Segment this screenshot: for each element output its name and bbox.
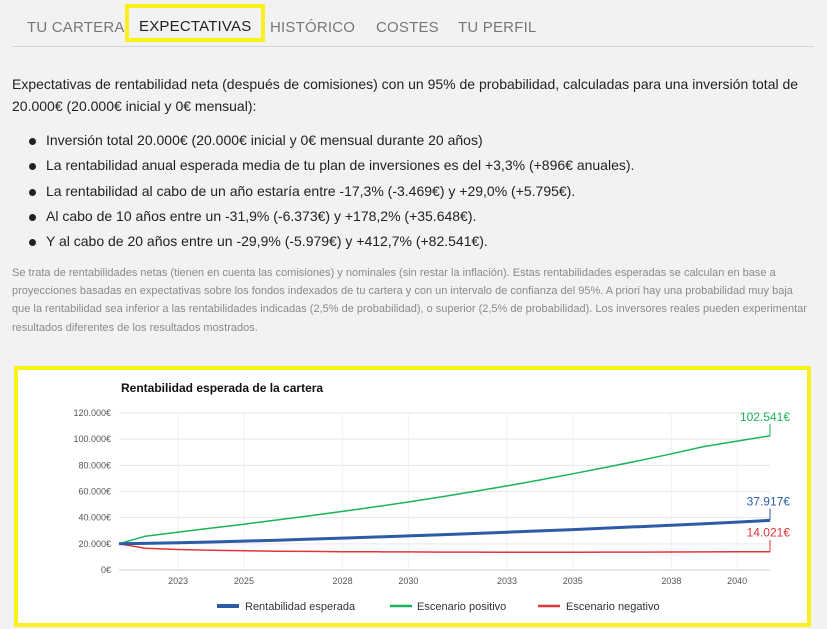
series-end-label: 14.021€	[747, 526, 791, 540]
tab-tu-cartera[interactable]: TU CARTERA	[27, 14, 125, 42]
tab-historico[interactable]: HISTÓRICO	[270, 14, 355, 42]
y-tick-label: 80.000€	[78, 460, 111, 470]
y-tick-label: 100.000€	[73, 434, 111, 444]
bullet-icon	[29, 213, 36, 221]
chart-title: Rentabilidad esperada de la cartera	[121, 381, 323, 395]
tab-costes[interactable]: COSTES	[376, 14, 439, 42]
x-tick-label: 2038	[661, 576, 681, 586]
x-tick-label: 2030	[398, 576, 418, 586]
bullet-icon	[29, 163, 36, 171]
bullet-icon	[29, 138, 36, 145]
x-tick-label: 2023	[168, 576, 188, 586]
series-line-2	[118, 543, 770, 553]
list-item: Y al cabo de 20 años entre un -29,9% (-5…	[12, 229, 812, 254]
series-end-label: 102.541€	[740, 410, 790, 424]
list-item-text: Inversión total 20.000€ (20.000€ inicial…	[46, 132, 483, 148]
summary-list: Inversión total 20.000€ (20.000€ inicial…	[12, 128, 812, 254]
expected-return-chart: Rentabilidad esperada de la cartera 0€ 20…	[73, 381, 791, 613]
series-end-label: 37.917€	[747, 494, 791, 508]
disclaimer-note: Se trata de rentabilidades netas (tienen…	[12, 267, 807, 334]
tab-tu-perfil[interactable]: TU PERFIL	[458, 14, 536, 42]
y-tick-label: 120.000€	[73, 408, 111, 418]
x-tick-label: 2028	[333, 576, 353, 586]
x-tick-label: 2033	[497, 576, 517, 586]
list-item: Al cabo de 10 años entre un -31,9% (-6.3…	[12, 204, 812, 229]
x-tick-label: 2040	[727, 576, 747, 586]
chart-container: Rentabilidad esperada de la cartera 0€ 20…	[14, 366, 811, 627]
y-tick-label: 0€	[101, 565, 111, 575]
y-tick-label: 40.000€	[78, 513, 111, 523]
legend-label[interactable]: Rentabilidad esperada	[245, 601, 356, 613]
legend-label[interactable]: Escenario negativo	[566, 601, 660, 613]
tab-bar: TU CARTERA EXPECTATIVAS HISTÓRICO COSTES…	[12, 0, 814, 47]
bullet-icon	[29, 188, 36, 196]
list-item: La rentabilidad al cabo de un año estarí…	[12, 179, 812, 204]
x-tick-label: 2035	[563, 576, 583, 586]
bullet-icon	[29, 239, 36, 247]
tab-expectativas[interactable]: EXPECTATIVAS	[125, 4, 266, 42]
x-tick-label: 2025	[234, 576, 254, 586]
y-tick-label: 60.000€	[78, 487, 111, 497]
list-item: Inversión total 20.000€ (20.000€ inicial…	[12, 128, 812, 153]
list-item-text: La rentabilidad al cabo de un año estarí…	[46, 182, 576, 199]
series-line-1	[118, 435, 771, 545]
y-tick-label: 20.000€	[78, 539, 111, 549]
legend-label[interactable]: Escenario positivo	[417, 601, 506, 613]
list-item-text: Al cabo de 10 años entre un -31,9% (-6.3…	[46, 207, 477, 224]
list-item-text: Y al cabo de 20 años entre un -29,9% (-5…	[46, 233, 488, 250]
list-item-text: La rentabilidad anual esperada media de …	[46, 157, 635, 174]
intro-text: Expectativas de rentabilidad neta (despu…	[12, 76, 799, 114]
list-item: La rentabilidad anual esperada media de …	[12, 153, 812, 178]
series-line-0	[118, 518, 771, 546]
